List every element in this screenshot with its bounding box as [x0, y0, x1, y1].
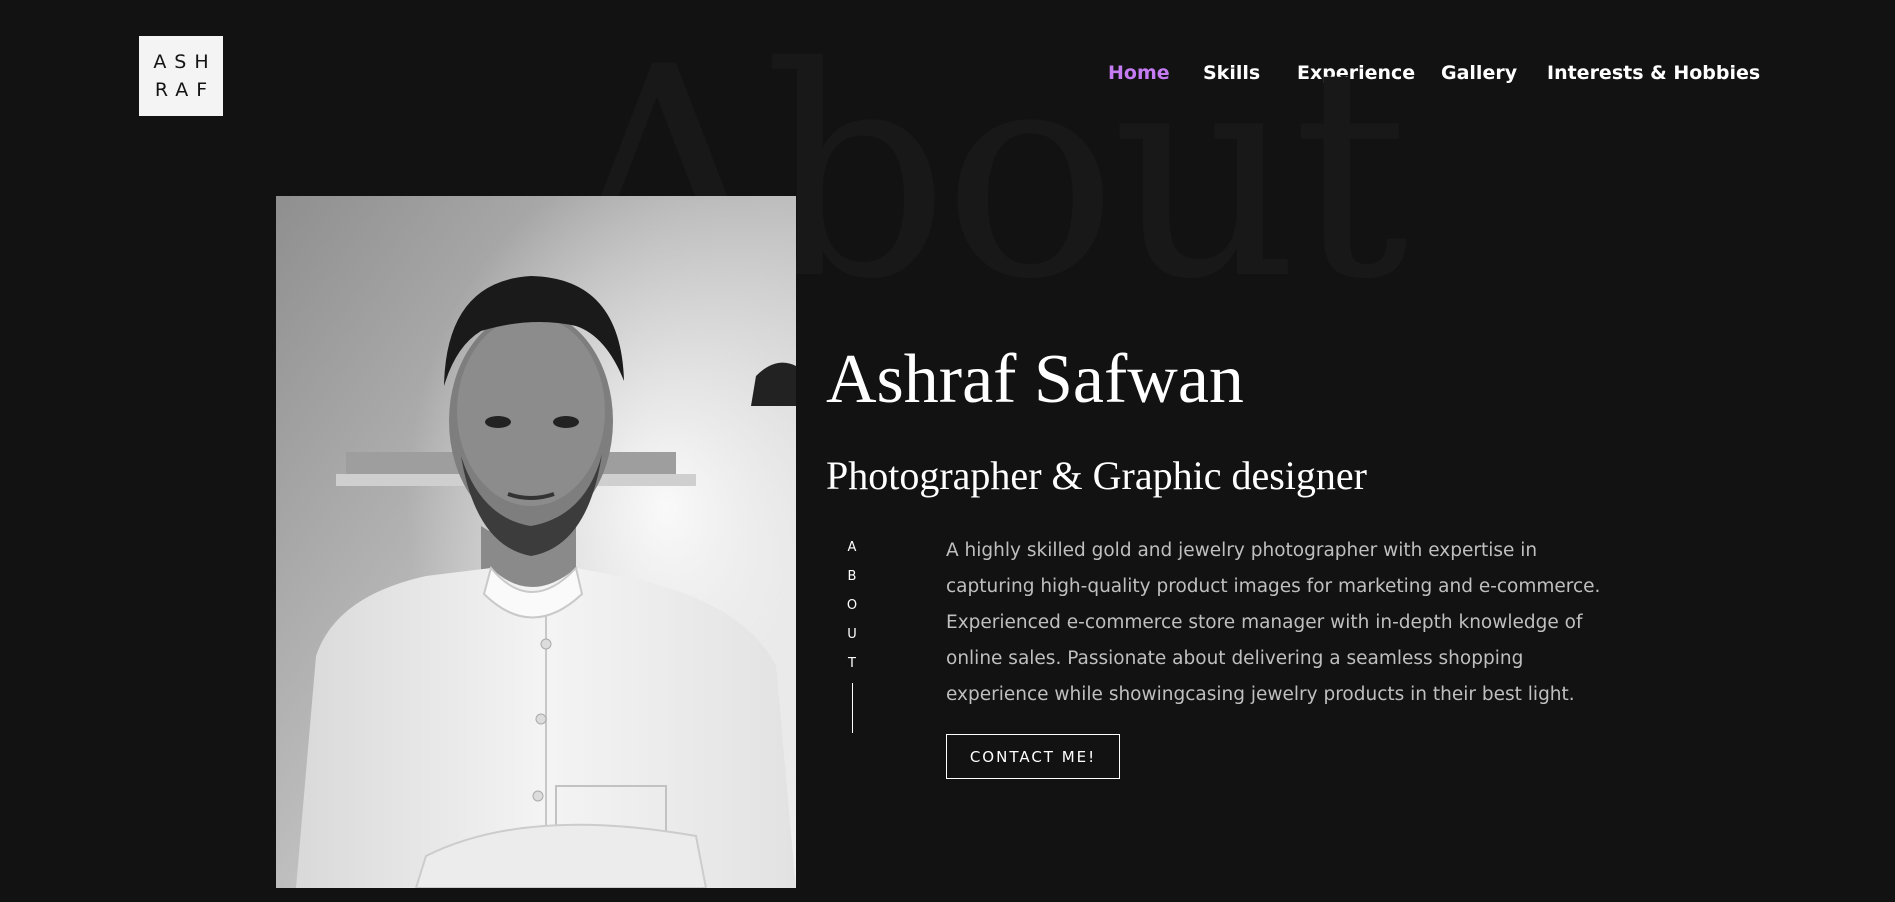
- section-label-letter: T: [848, 656, 856, 671]
- nav-gallery[interactable]: Gallery: [1441, 62, 1517, 84]
- section-label-about: A B O U T: [842, 541, 862, 686]
- section-label-divider: [852, 683, 853, 733]
- section-label-letter: A: [847, 540, 857, 555]
- profile-photo: [276, 196, 796, 888]
- section-label-letter: O: [846, 598, 858, 613]
- section-label-letter: U: [847, 627, 857, 642]
- section-label-letter: B: [847, 569, 857, 584]
- profile-name: Ashraf Safwan: [826, 341, 1244, 418]
- about-description: A highly skilled gold and jewelry photog…: [946, 540, 1601, 705]
- nav-interests-hobbies[interactable]: Interests & Hobbies: [1547, 62, 1760, 84]
- profile-role: Photographer & Graphic designer: [826, 453, 1367, 498]
- contact-me-button[interactable]: CONTACT ME!: [946, 734, 1120, 779]
